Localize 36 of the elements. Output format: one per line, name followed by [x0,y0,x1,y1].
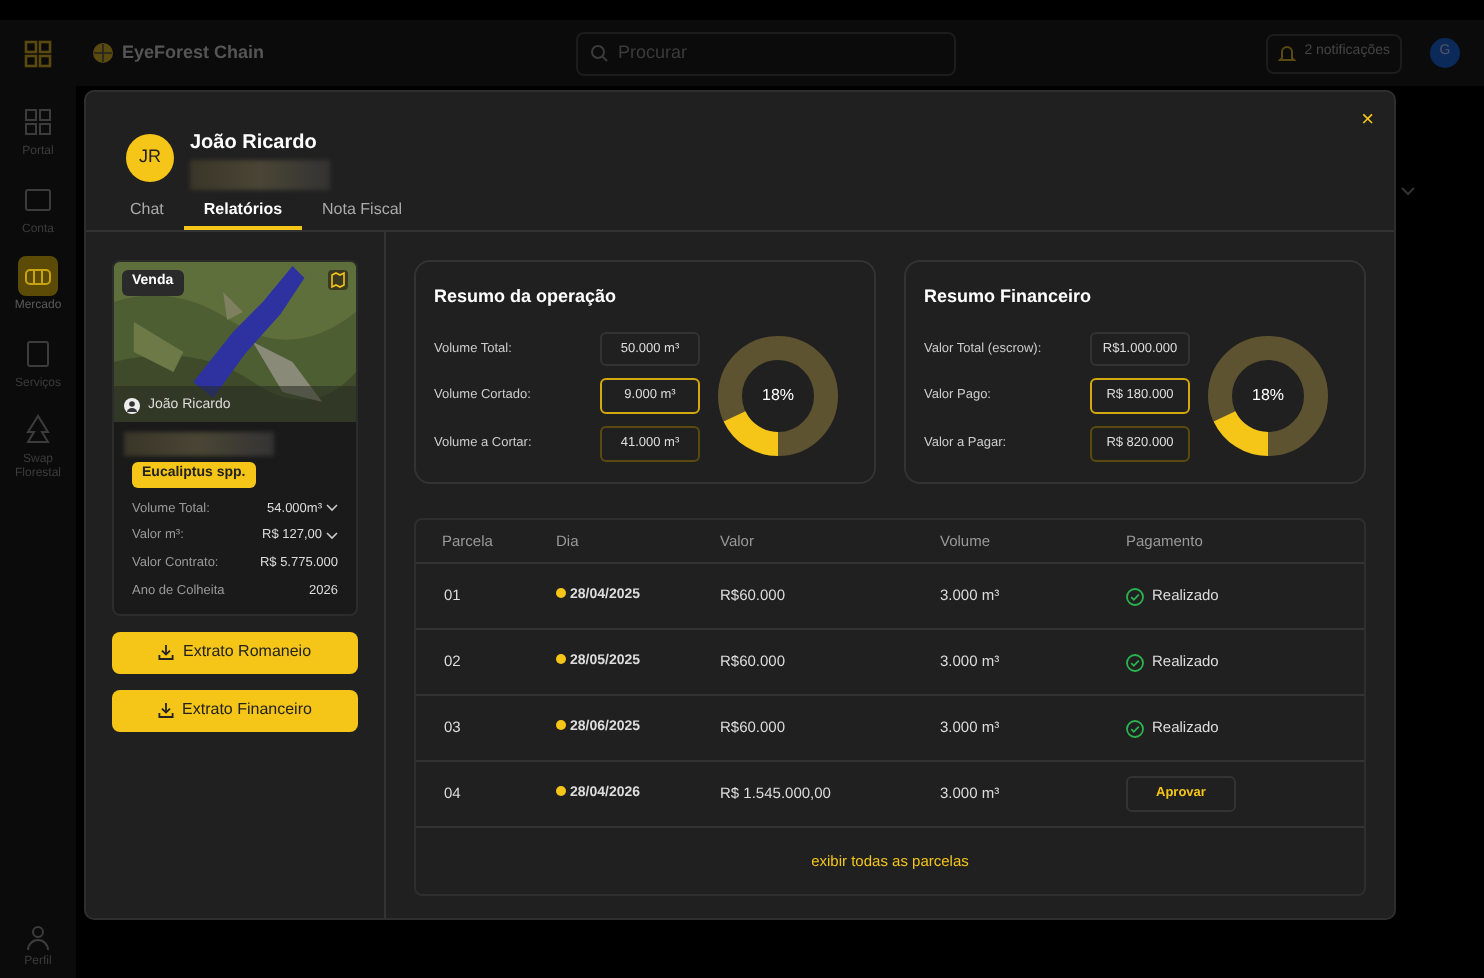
close-button[interactable]: × [1357,104,1378,137]
download-button[interactable]: Extrato Financeiro [112,689,358,731]
globe-icon [92,42,114,64]
user-name: João Ricardo [190,129,319,157]
donut-reading: 18% [762,384,794,409]
blurred-text [190,159,330,189]
download-button[interactable]: Extrato Romaneio [112,631,358,673]
apps-icon[interactable] [24,39,52,67]
check-circle-icon [1126,587,1144,605]
chevron-down-icon[interactable] [326,532,338,541]
logo-text: EyeForest Chain [122,39,265,66]
download-icon [158,644,175,660]
grid-icon[interactable] [20,104,56,140]
tab[interactable]: Chat [110,192,184,230]
check-circle-icon [1126,719,1144,737]
user-avatar: JR [126,134,174,182]
bell-icon [1278,44,1297,62]
card-title: Resumo da operação [434,284,619,310]
search-icon [590,44,609,62]
chevron-icon [1400,185,1416,198]
download-icon [158,702,175,718]
status-dot [556,653,566,664]
avatar-icon [124,397,140,414]
donut-chart [716,334,840,459]
donut-chart [1206,334,1330,459]
tab[interactable]: Relatórios [183,192,303,230]
map-icon[interactable] [328,270,348,290]
donut-reading: 18% [1252,384,1284,409]
status-dot [556,719,566,730]
person-icon[interactable] [24,924,52,953]
status-dot [556,785,566,796]
chevron-down-icon[interactable] [326,504,338,513]
status-dot [556,587,566,598]
check-circle-icon [1126,653,1144,671]
tab[interactable]: Nota Fiscal [302,192,423,230]
card-title: Resumo Financeiro [924,284,1094,310]
